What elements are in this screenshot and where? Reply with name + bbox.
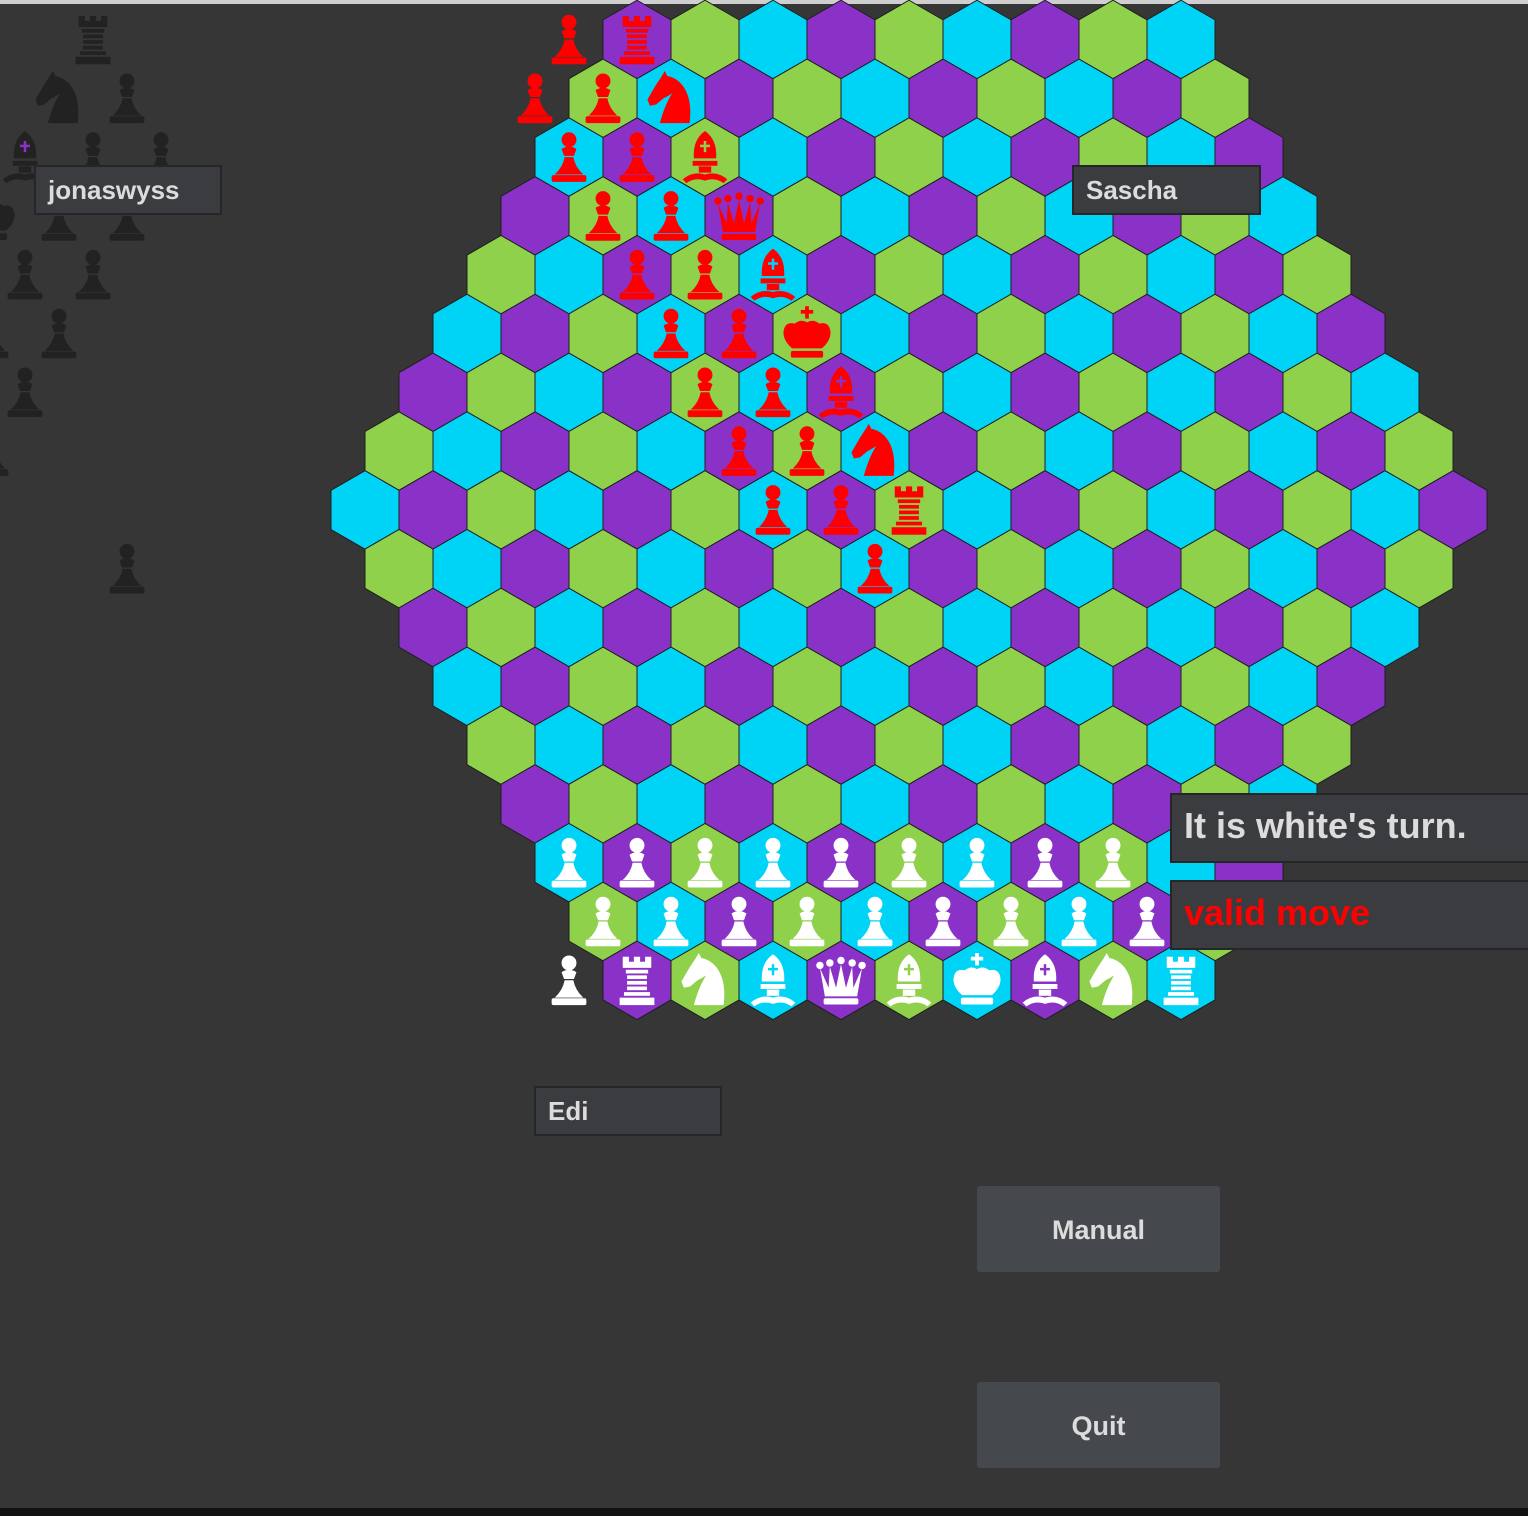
- manual-button[interactable]: Manual: [977, 1186, 1220, 1272]
- player-name-left: jonaswyss: [34, 165, 222, 215]
- window-bottom-edge: [0, 1508, 1528, 1516]
- white-pawn[interactable]: [551, 955, 587, 1006]
- black-king[interactable]: [0, 189, 15, 241]
- black-pawn[interactable]: [109, 543, 145, 594]
- red-pawn[interactable]: [551, 14, 587, 65]
- black-pawn[interactable]: [109, 73, 145, 124]
- black-pawn[interactable]: [41, 308, 77, 359]
- quit-button[interactable]: Quit: [977, 1382, 1220, 1468]
- player-name-right: Sascha: [1072, 165, 1261, 215]
- black-pawn[interactable]: [7, 249, 43, 300]
- move-message: valid move: [1170, 880, 1528, 950]
- black-rook[interactable]: [75, 15, 111, 65]
- black-pawn[interactable]: [75, 249, 111, 300]
- black-pawn[interactable]: [0, 426, 9, 476]
- black-pawn[interactable]: [7, 367, 43, 418]
- hex-board[interactable]: [0, 0, 1528, 1516]
- black-knight[interactable]: [35, 71, 79, 124]
- turn-status: It is white's turn.: [1170, 793, 1528, 863]
- player-name-bottom: Edi: [534, 1086, 722, 1136]
- black-pawn[interactable]: [0, 309, 9, 359]
- red-pawn[interactable]: [517, 73, 553, 124]
